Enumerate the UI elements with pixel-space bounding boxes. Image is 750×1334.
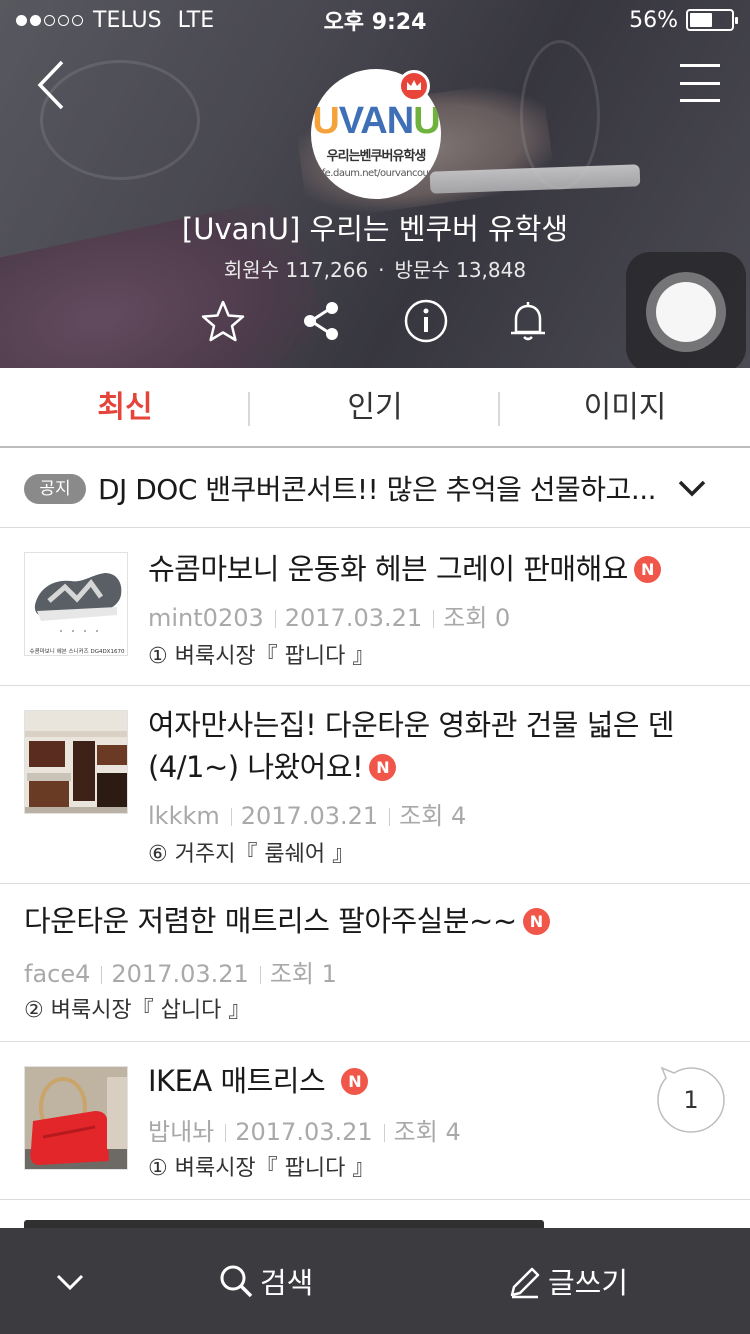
post-meta: mint0203 2017.03.21 조회 0 bbox=[148, 598, 510, 633]
back-button[interactable] bbox=[28, 58, 78, 112]
post-date: 2017.03.21 bbox=[284, 604, 423, 632]
post-thumbnail bbox=[24, 1066, 128, 1170]
signal-dot bbox=[58, 14, 69, 26]
notice-badge: 공지 bbox=[24, 474, 86, 504]
post-title: 여자만사는집! 다운타운 영화관 건물 넓은 덴 (4/1~) 나왔어요! N bbox=[148, 708, 674, 784]
carrier-name: TELUS bbox=[93, 7, 162, 33]
tab-popular[interactable]: 인기 bbox=[250, 368, 500, 448]
new-badge: N bbox=[633, 556, 661, 583]
crown-badge-icon bbox=[398, 70, 430, 102]
info-icon bbox=[404, 299, 448, 343]
post-views: 조회 4 bbox=[393, 1118, 461, 1146]
post-title: 슈콤마보니 운동화 헤븐 그레이 판매해요 N bbox=[148, 548, 708, 590]
post-author: mint0203 bbox=[148, 604, 264, 632]
signal-dot bbox=[44, 14, 55, 26]
post-meta: lkkkm 2017.03.21 조회 4 bbox=[148, 796, 466, 831]
signal-strength-icon bbox=[16, 14, 83, 26]
info-button[interactable] bbox=[403, 298, 449, 344]
new-badge: N bbox=[369, 754, 397, 781]
chevron-left-icon bbox=[37, 60, 64, 110]
comment-count: 1 bbox=[683, 1086, 699, 1114]
post-views: 조회 1 bbox=[269, 960, 337, 988]
share-icon bbox=[304, 302, 338, 340]
post-date: 2017.03.21 bbox=[111, 960, 249, 988]
tab-latest[interactable]: 최신 bbox=[0, 368, 250, 448]
post-author: face4 bbox=[24, 960, 91, 988]
tab-bar: 최신 인기 이미지 bbox=[0, 368, 750, 448]
new-badge: N bbox=[341, 1068, 369, 1095]
notice-row[interactable]: 공지 DJ DOC 밴쿠버콘서트!! 많은 추억을 선물하고... bbox=[0, 448, 750, 528]
post-item[interactable]: 여자만사는집! 다운타운 영화관 건물 넓은 덴 (4/1~) 나왔어요! N l… bbox=[0, 686, 750, 884]
star-icon bbox=[201, 300, 245, 342]
post-board: ① 벼룩시장『 팝니다 』 bbox=[148, 644, 375, 669]
post-views: 조회 0 bbox=[443, 604, 511, 632]
post-item[interactable]: 슈콤마보니 헤븐 스니커즈 DG4DX1670 슈콤마보니 운동화 헤븐 그레이… bbox=[0, 528, 750, 686]
post-views: 조회 4 bbox=[399, 802, 467, 830]
post-title: IKEA 매트리스 N bbox=[148, 1060, 369, 1102]
comment-count-button[interactable]: 1 bbox=[656, 1066, 726, 1134]
hamburger-icon bbox=[680, 64, 720, 67]
post-board: ⑥ 거주지『 룸쉐어 』 bbox=[148, 842, 355, 867]
signal-dot bbox=[16, 14, 27, 26]
member-count: 회원수 117,266 bbox=[223, 258, 369, 282]
notice-text: DJ DOC 밴쿠버콘서트!! 많은 추억을 선물하고... bbox=[98, 473, 657, 506]
cafe-title: [UvanU] 우리는 벤쿠버 유학생 bbox=[181, 212, 569, 246]
search-button[interactable]: 검색 bbox=[218, 1258, 313, 1304]
tab-images[interactable]: 이미지 bbox=[500, 368, 750, 448]
favorite-button[interactable] bbox=[200, 298, 246, 344]
post-board: ① 벼룩시장『 팝니다 』 bbox=[148, 1156, 375, 1181]
signal-dot bbox=[30, 14, 41, 26]
alarm-button[interactable] bbox=[505, 298, 551, 344]
bell-icon bbox=[511, 302, 545, 341]
scroll-down-icon[interactable] bbox=[52, 1264, 88, 1300]
chevron-down-icon[interactable] bbox=[676, 472, 708, 504]
battery-icon bbox=[686, 9, 738, 31]
battery-percent: 56% bbox=[629, 7, 678, 33]
status-bar: TELUS LTE 오후 9:24 56% bbox=[0, 0, 750, 40]
network-type: LTE bbox=[177, 7, 215, 33]
post-meta: 밥내놔 2017.03.21 조회 4 bbox=[148, 1112, 461, 1147]
stats-separator: · bbox=[378, 258, 385, 282]
logo-subtitle: 우리는벤쿠버유학생 bbox=[326, 149, 427, 164]
post-item[interactable]: 다운타운 저렴한 매트리스 팔아주실분~~ N face4 2017.03.21 조회… bbox=[0, 884, 750, 1042]
post-author: lkkkm bbox=[148, 802, 220, 830]
pencil-icon bbox=[510, 1267, 540, 1299]
write-button[interactable]: 글쓰기 bbox=[508, 1258, 628, 1304]
logo-url: cafe.daum.net/ourvancouver bbox=[311, 168, 441, 179]
signal-dot bbox=[72, 14, 83, 26]
bottom-toolbar: 검색 글쓰기 bbox=[0, 1228, 750, 1334]
post-author: 밥내놔 bbox=[148, 1118, 215, 1146]
post-board: ② 벼룩시장『 삽니다 』 bbox=[24, 998, 251, 1023]
thumbnail-caption: 슈콤마보니 헤븐 스니커즈 DG4DX1670 bbox=[30, 647, 125, 655]
post-title: 다운타운 저렴한 매트리스 팔아주실분~~ N bbox=[24, 900, 724, 942]
search-icon bbox=[220, 1265, 253, 1298]
post-thumbnail bbox=[24, 710, 128, 814]
menu-button[interactable] bbox=[680, 64, 720, 102]
search-label: 검색 bbox=[260, 1266, 314, 1300]
visit-count: 방문수 13,848 bbox=[394, 258, 527, 282]
post-item[interactable]: IKEA 매트리스 N 밥내놔 2017.03.21 조회 4 ① 벼룩시장『 팝니다… bbox=[0, 1042, 750, 1200]
post-meta: face4 2017.03.21 조회 1 bbox=[24, 954, 337, 989]
assistive-touch-button[interactable] bbox=[626, 252, 746, 372]
post-date: 2017.03.21 bbox=[240, 802, 379, 830]
new-badge: N bbox=[522, 908, 550, 935]
post-date: 2017.03.21 bbox=[235, 1118, 373, 1146]
post-thumbnail: 슈콤마보니 헤븐 스니커즈 DG4DX1670 bbox=[24, 552, 128, 656]
share-button[interactable] bbox=[298, 298, 344, 344]
assistive-touch-icon bbox=[646, 272, 726, 352]
write-label: 글쓰기 bbox=[548, 1266, 629, 1300]
